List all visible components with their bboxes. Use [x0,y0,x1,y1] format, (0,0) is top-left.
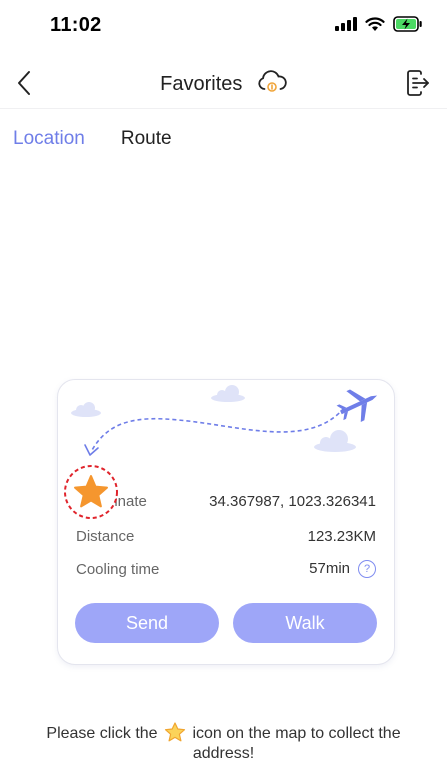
nav-bar: Favorites [0,58,447,109]
walk-button[interactable]: Walk [233,603,377,643]
hint-text-after: icon on the map to collect the address! [192,725,401,762]
cooling-time-value-wrap: 57min? [309,560,376,579]
tab-route[interactable]: Route [121,128,172,150]
airplane-icon [336,389,378,422]
cooling-time-value: 57min [309,560,350,577]
tab-location[interactable]: Location [13,128,85,150]
export-icon [407,70,429,96]
star-icon [164,722,186,742]
distance-value: 123.23KM [307,528,376,545]
cloud-sync-icon [258,70,287,92]
distance-row: Distance 123.23KM [76,528,376,545]
export-button[interactable] [401,66,435,100]
hint-text-before: Please click the [46,725,158,742]
nav-title-wrap: Favorites [0,70,447,99]
page-title: Favorites [160,73,243,95]
empty-state-hint: Please click the icon on the map to coll… [20,722,427,764]
empty-state-card: dinate 34.367987, 1023.326341 Distance 1… [57,379,395,665]
distance-label: Distance [76,528,135,545]
signal-bars-icon [335,17,357,31]
status-icons [335,16,423,32]
coordinate-value: 34.367987, 1023.326341 [209,493,376,510]
wifi-icon [365,16,385,31]
send-button[interactable]: Send [75,603,219,643]
cooling-time-label: Cooling time [76,560,160,578]
cloud-decoration-icon [71,385,356,452]
favorite-star-icon [64,465,118,519]
cooling-time-row: Cooling time 57min? [76,560,376,579]
tab-bar: Location Route [13,128,172,150]
help-icon[interactable]: ? [358,560,376,579]
coordinate-row: dinate 34.367987, 1023.326341 [76,493,376,510]
status-bar: 11:02 [0,0,447,50]
battery-charging-icon [393,16,422,32]
action-buttons: Send Walk [75,603,377,643]
status-time: 11:02 [50,14,102,36]
cloud-sync-button[interactable] [257,70,287,99]
